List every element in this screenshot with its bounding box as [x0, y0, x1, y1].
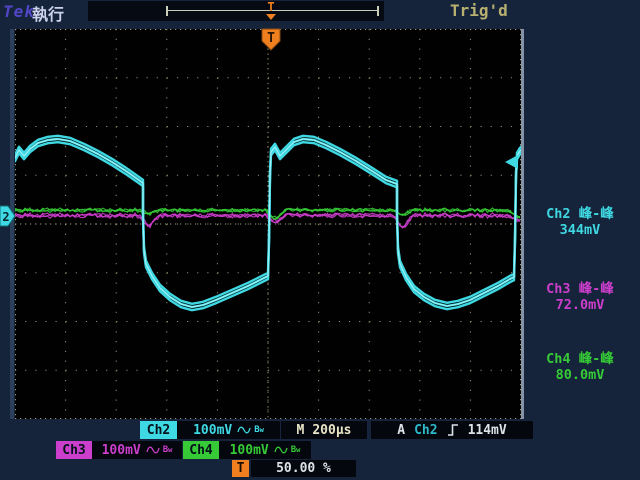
ch2-name-badge: Ch2 — [140, 421, 177, 439]
timebase-readout: M 200µs — [281, 421, 367, 439]
measurement-ch4-value: 80.0mV — [520, 367, 640, 383]
ch2-scale-readout: 100mV Bw — [177, 421, 280, 439]
ch2-name-label: Ch2 — [147, 423, 170, 438]
measurement-ch2-value: 344mV — [520, 222, 640, 238]
tek-logo: Tek — [3, 2, 35, 21]
ch3-ac-coupling-icon — [146, 445, 160, 455]
ch2-ground-marker-label: 2 — [2, 210, 9, 224]
record-trigger-position-icon[interactable]: T — [264, 0, 278, 14]
measurement-ch2: Ch2 峰-峰 344mV — [520, 206, 640, 238]
rising-edge-icon — [447, 423, 459, 437]
ch4-scale-readout: 100mV Bw — [219, 441, 311, 459]
ch3-name-badge: Ch3 — [56, 441, 92, 459]
trigger-level-value: 114mV — [468, 423, 507, 438]
trigger-status: Trig'd — [450, 1, 508, 20]
measurement-ch4-label: Ch4 峰-峰 — [520, 351, 640, 367]
horizontal-trigger-position-value: 50.00 % — [276, 461, 331, 476]
trigger-position-caret-icon — [266, 14, 276, 20]
ch4-ac-coupling-icon — [274, 445, 288, 455]
horizontal-trigger-marker-label: T — [237, 461, 245, 476]
ch2-scale-value: 100mV — [193, 423, 232, 438]
measurement-ch4: Ch4 峰-峰 80.0mV — [520, 351, 640, 383]
ch4-scale-value: 100mV — [230, 443, 269, 458]
record-view-right-bracket — [377, 6, 379, 16]
graticule-left-edge — [10, 29, 14, 419]
ch4-name-badge: Ch4 — [183, 441, 219, 459]
measurement-ch2-label: Ch2 峰-峰 — [520, 206, 640, 222]
trigger-type-label: A — [397, 423, 405, 438]
acquisition-run-state: 執行 — [32, 1, 64, 25]
trigger-readout: A Ch2 114mV — [371, 421, 533, 439]
record-view-bar — [88, 1, 384, 21]
oscilloscope-screen: 2 T Tek 執行 T Trig'd Ch2 峰-峰 344mV Ch3 峰-… — [0, 0, 640, 480]
timebase-prefix: M — [297, 423, 305, 438]
ch3-bandwidth-limit-icon: Bw — [163, 446, 173, 455]
measurement-ch3: Ch3 峰-峰 72.0mV — [520, 281, 640, 313]
horizontal-trigger-position-readout: 50.00 % — [251, 460, 356, 477]
ch2-ac-coupling-icon — [237, 425, 251, 435]
record-view-left-bracket — [166, 6, 168, 16]
ch3-name-label: Ch3 — [62, 443, 85, 458]
timebase-value: 200µs — [312, 423, 351, 438]
measurement-ch3-value: 72.0mV — [520, 297, 640, 313]
waveform-display — [15, 29, 521, 419]
ch4-bandwidth-limit-icon: Bw — [291, 446, 301, 455]
ch2-bandwidth-limit-icon: Bw — [254, 426, 264, 435]
horizontal-trigger-marker-badge: T — [232, 460, 249, 477]
ch3-scale-value: 100mV — [102, 443, 141, 458]
ch3-scale-readout: 100mV Bw — [92, 441, 182, 459]
measurement-ch3-label: Ch3 峰-峰 — [520, 281, 640, 297]
ch4-name-label: Ch4 — [189, 443, 212, 458]
trigger-source-label: Ch2 — [414, 423, 437, 438]
